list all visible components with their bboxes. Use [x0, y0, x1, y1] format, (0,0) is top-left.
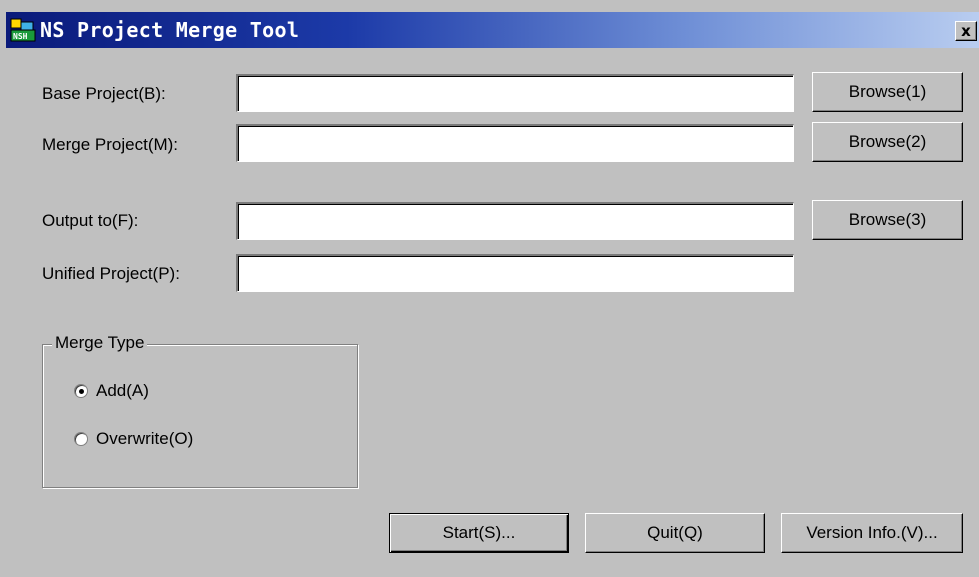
- title-bar[interactable]: NSH NS Project Merge Tool x: [6, 12, 979, 48]
- add-option-label: Add(A): [96, 381, 149, 400]
- svg-text:NSH: NSH: [13, 32, 28, 41]
- window-title: NS Project Merge Tool: [40, 18, 300, 42]
- quit-button-label: Quit(Q): [647, 523, 703, 542]
- quit-button[interactable]: Quit(Q): [585, 513, 765, 553]
- version-info-button[interactable]: Version Info.(V)...: [781, 513, 963, 553]
- merge-project-label: Merge Project(M):: [42, 135, 179, 154]
- browse-merge-project-button[interactable]: Browse(2): [812, 122, 963, 162]
- browse-output-label: Browse(3): [848, 210, 927, 229]
- unified-project-input[interactable]: [236, 254, 794, 292]
- merge-type-overwrite-option[interactable]: Overwrite(O): [74, 429, 193, 449]
- unified-project-label: Unified Project(P):: [42, 264, 180, 283]
- radio-unselected-icon[interactable]: [74, 432, 88, 446]
- merge-type-add-option[interactable]: Add(A): [74, 381, 149, 401]
- start-button[interactable]: Start(S)...: [389, 513, 569, 553]
- version-info-button-label: Version Info.(V)...: [806, 523, 938, 542]
- ns-app-icon: NSH: [10, 17, 36, 43]
- close-button[interactable]: x: [955, 21, 977, 41]
- output-to-input[interactable]: [236, 202, 794, 240]
- browse-base-project-label: Browse(1): [848, 82, 927, 101]
- merge-project-input[interactable]: [236, 124, 794, 162]
- browse-output-button[interactable]: Browse(3): [812, 200, 963, 240]
- overwrite-option-label: Overwrite(O): [96, 429, 194, 448]
- base-project-label: Base Project(B):: [42, 84, 166, 103]
- merge-type-title: Merge Type: [52, 333, 148, 353]
- radio-selected-icon[interactable]: [74, 384, 88, 398]
- start-button-label: Start(S)...: [442, 523, 516, 542]
- base-project-input[interactable]: [236, 74, 794, 112]
- browse-merge-project-label: Browse(2): [848, 132, 927, 151]
- merge-type-group: [42, 344, 358, 488]
- merge-tool-window: NSH NS Project Merge Tool x Base Project…: [0, 0, 979, 577]
- browse-base-project-button[interactable]: Browse(1): [812, 72, 963, 112]
- output-to-label: Output to(F):: [42, 211, 139, 230]
- close-icon: x: [961, 21, 971, 40]
